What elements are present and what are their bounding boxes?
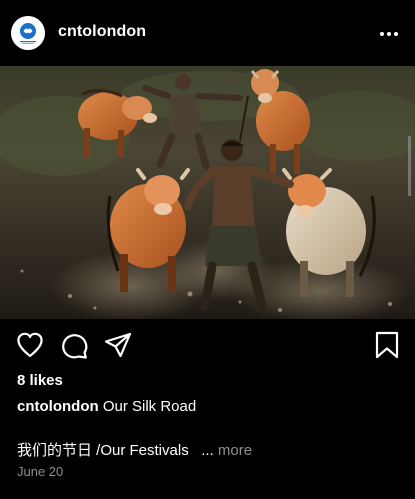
post-photo[interactable] — [0, 66, 415, 319]
caption-line-2: 我们的节日 /Our Festivals ... more — [17, 439, 252, 460]
likes-count[interactable]: 8 likes — [17, 372, 63, 389]
send-icon[interactable] — [103, 330, 133, 360]
caption-text: Our Silk Road — [102, 398, 197, 415]
more-horizontal-icon[interactable] — [377, 22, 401, 46]
post-actions — [0, 330, 415, 360]
caption-ellipsis: ... — [201, 442, 214, 459]
post-header: cntolondon — [0, 0, 415, 66]
heart-icon[interactable] — [15, 330, 45, 360]
logo-icon — [11, 16, 45, 50]
caption-username[interactable]: cntolondon — [17, 398, 99, 415]
photo-illustration — [0, 66, 415, 319]
caption: cntolondon Our Silk Road — [17, 398, 196, 415]
bookmark-icon[interactable] — [372, 330, 402, 360]
post-date: June 20 — [17, 464, 64, 479]
post-username[interactable]: cntolondon — [58, 23, 146, 41]
more-link[interactable]: more — [218, 442, 252, 459]
comment-icon[interactable] — [59, 330, 89, 360]
avatar[interactable] — [11, 16, 45, 50]
caption-line-2-text: 我们的节日 /Our Festivals — [17, 442, 189, 459]
